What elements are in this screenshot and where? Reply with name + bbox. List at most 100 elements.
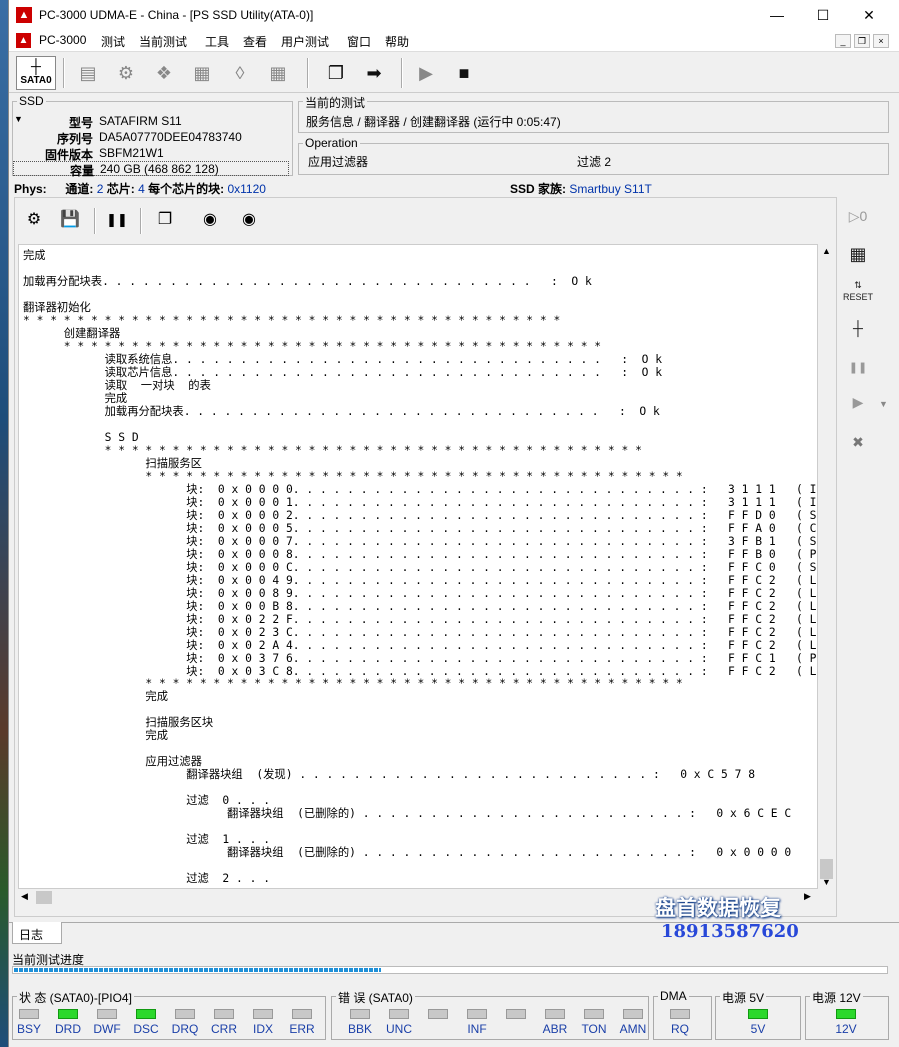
sata-port-button[interactable]: ┼ SATA0 <box>16 56 56 90</box>
status-led-label: DSC <box>133 1022 159 1036</box>
log-vertical-scrollbar[interactable]: ▲ ▼ <box>818 244 835 889</box>
log-line: 翻译器块组 (已删除的) . . . . . . . . . . . . . .… <box>23 846 792 860</box>
log-line: 块: 0 x 0 3 7 6. . . . . . . . . . . . . … <box>23 651 818 665</box>
menu-test[interactable]: 测试 <box>101 33 125 50</box>
copy-icon[interactable]: ❐ <box>153 208 177 232</box>
error-group: 错 误 (SATA0) BBK UNC INF ABR TON AMN <box>331 989 649 1040</box>
state-group-label: 状 态 (SATA0)-[PIO4] <box>17 989 134 1006</box>
pcb-icon[interactable]: ▤ <box>71 57 105 89</box>
log-line: S S D <box>23 430 139 444</box>
chip-icon[interactable]: ▦ <box>185 57 219 89</box>
menu-pc3000[interactable]: PC-3000 <box>39 33 86 47</box>
status-led <box>214 1009 234 1019</box>
tools-icon[interactable]: ✖ <box>843 429 873 455</box>
find-next-icon[interactable]: ◉ <box>237 208 261 232</box>
power5v-group: 电源 5V 5V <box>715 989 801 1040</box>
mdi-minimize-button[interactable]: _ <box>835 34 851 48</box>
close-button[interactable]: ✕ <box>846 0 892 30</box>
log-text-area[interactable]: 完成 加载再分配块表. . . . . . . . . . . . . . . … <box>18 244 818 889</box>
side-expand-icon[interactable]: ▼ <box>879 399 888 409</box>
vertical-scroll-thumb[interactable] <box>820 859 833 879</box>
log-line: * * * * * * * * * * * * * * * * * * * * … <box>23 443 642 457</box>
ssd-info-group: SSD ▼ 型号 SATAFIRM S11 序列号 DA5A07770DEE0478… <box>12 94 293 178</box>
pause-icon[interactable]: ❚❚ <box>105 208 129 232</box>
channels-label: 通道: <box>65 182 94 196</box>
phys-info-line: Phys: 通道: 2 芯片: 4 每个芯片的块: 0x1120 <box>14 180 266 197</box>
power12v-group: 电源 12V 12V <box>805 989 889 1040</box>
horizontal-scroll-thumb[interactable] <box>36 891 52 904</box>
play-icon[interactable]: ▶ <box>409 57 443 89</box>
toolbar-separator <box>63 58 65 88</box>
operation-detail: 过滤 2 <box>577 155 612 169</box>
log-line: * * * * * * * * * * * * * * * * * * * * … <box>23 339 602 353</box>
serial-label: 序列号 <box>56 132 93 146</box>
capacity-label: 容量 <box>69 164 94 178</box>
mdi-restore-button[interactable]: ❐ <box>854 34 870 48</box>
log-line: 块: 0 x 0 0 4 9. . . . . . . . . . . . . … <box>23 573 818 587</box>
log-line: 块: 0 x 0 0 0 7. . . . . . . . . . . . . … <box>23 534 818 548</box>
gear-icon[interactable]: ⚙ <box>109 57 143 89</box>
toolbar-separator <box>401 58 403 88</box>
ssd-group-label: SSD <box>17 94 46 108</box>
menu-tools[interactable]: 工具 <box>205 33 229 50</box>
window-title: PC-3000 UDMA-E - China - [PS SSD Utility… <box>39 8 314 22</box>
grid-icon[interactable]: ▦ <box>261 57 295 89</box>
run-exit-icon[interactable]: ➡ <box>357 57 391 89</box>
mdi-close-button[interactable]: × <box>873 34 889 48</box>
find-icon[interactable]: ◉ <box>198 208 222 232</box>
operation-group: Operation 应用过滤器 过滤 2 <box>298 136 889 175</box>
chips-value: 4 <box>138 182 145 196</box>
minimize-button[interactable]: — <box>754 0 800 30</box>
dma-rq-label: RQ <box>671 1022 689 1036</box>
current-test-group: 当前的测试 服务信息 / 翻译器 / 创建翻译器 (运行中 0:05:47) <box>298 94 889 133</box>
tab-log[interactable]: 日志 <box>12 922 62 944</box>
status-led <box>58 1009 78 1019</box>
firmware-value: SBFM21W1 <box>99 146 164 160</box>
log-line: 完成 <box>23 391 128 405</box>
model-label: 型号 <box>68 116 93 130</box>
maximize-button[interactable]: ☐ <box>800 0 846 30</box>
stop-icon[interactable]: ■ <box>447 57 481 89</box>
menu-help[interactable]: 帮助 <box>385 33 409 50</box>
play-chip-icon[interactable]: ▶ <box>843 389 873 415</box>
current-test-label: 当前的测试 <box>303 94 368 111</box>
log-line: * * * * * * * * * * * * * * * * * * * * … <box>23 313 561 327</box>
pause-side-icon[interactable]: ❚❚ <box>843 355 873 381</box>
power-toggle-icon[interactable]: ▷0 <box>843 203 873 229</box>
app-window: ▲ PC-3000 UDMA-E - China - [PS SSD Utili… <box>8 0 899 1047</box>
app-logo-icon: ▲ <box>16 7 32 23</box>
scroll-up-icon[interactable]: ▲ <box>822 246 831 256</box>
puzzle-icon[interactable]: ❖ <box>147 57 181 89</box>
power12v-label: 12V <box>835 1022 857 1036</box>
erase-icon[interactable]: ◊ <box>223 57 257 89</box>
scroll-right-icon[interactable]: ▶ <box>804 891 811 902</box>
log-line: 读取系统信息. . . . . . . . . . . . . . . . . … <box>23 352 663 366</box>
watermark-title: 盘首数据恢复 <box>655 895 781 920</box>
menu-current-test[interactable]: 当前测试 <box>139 33 187 50</box>
power5v-group-label: 电源 5V <box>720 989 767 1006</box>
log-line: 块: 0 x 0 0 B 8. . . . . . . . . . . . . … <box>23 599 818 613</box>
menu-view[interactable]: 查看 <box>243 33 267 50</box>
status-led <box>467 1009 487 1019</box>
board-icon[interactable]: ▦ <box>843 241 873 267</box>
settings-icon[interactable]: ⚙ <box>22 208 46 232</box>
ssd-family-line: SSD 家族: Smartbuy S11T <box>510 180 652 197</box>
log-line: 块: 0 x 0 2 3 C. . . . . . . . . . . . . … <box>23 625 818 639</box>
current-test-value: 服务信息 / 翻译器 / 创建翻译器 (运行中 0:05:47) <box>306 115 561 129</box>
log-content: 完成 加载再分配块表. . . . . . . . . . . . . . . … <box>19 245 817 885</box>
reset-icon[interactable]: ⇅ RESET <box>843 279 873 305</box>
status-led-label: DRD <box>55 1022 81 1036</box>
log-line: 块: 0 x 0 3 C 8. . . . . . . . . . . . . … <box>23 664 818 678</box>
menu-window[interactable]: 窗口 <box>347 33 371 50</box>
menu-user-test[interactable]: 用户测试 <box>281 33 329 50</box>
mdi-app-icon[interactable]: ▲ <box>16 33 31 48</box>
sata-plug-icon[interactable]: ┼ <box>843 315 873 341</box>
status-led-label: DWF <box>93 1022 121 1036</box>
copy-windows-icon[interactable]: ❐ <box>319 57 353 89</box>
log-line: 块: 0 x 0 0 0 5. . . . . . . . . . . . . … <box>23 521 818 535</box>
status-led <box>136 1009 156 1019</box>
scroll-down-icon[interactable]: ▼ <box>822 877 831 887</box>
dma-group: DMA RQ <box>653 989 712 1040</box>
scroll-left-icon[interactable]: ◀ <box>21 891 28 902</box>
save-icon[interactable]: 💾 <box>58 208 82 232</box>
